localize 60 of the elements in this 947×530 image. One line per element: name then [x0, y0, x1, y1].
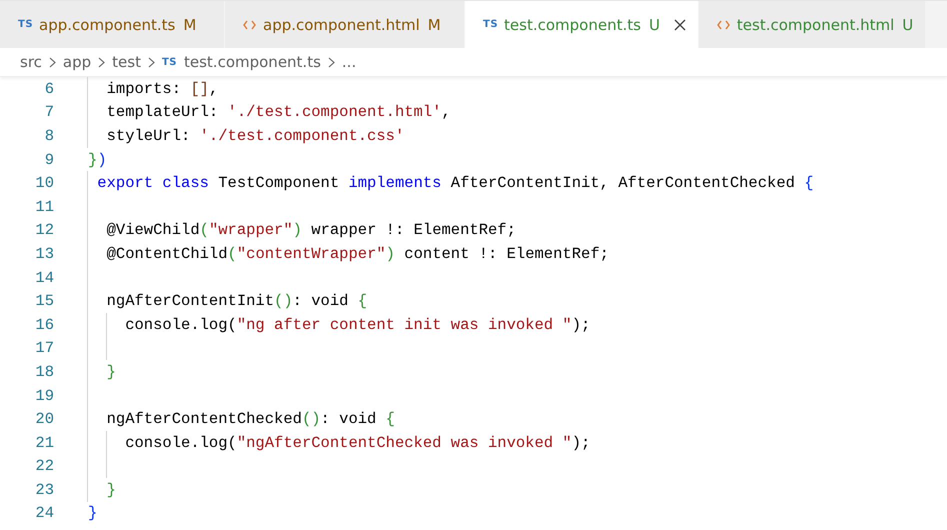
line-number: 10 — [34, 174, 54, 192]
code-line: styleUrl: './test.component.css' — [106, 126, 404, 145]
line-number: 18 — [34, 362, 54, 381]
line-number: 8 — [44, 126, 54, 145]
editor-tab[interactable]: test.component.html U — [698, 1, 926, 48]
breadcrumb-item[interactable]: app — [62, 53, 92, 71]
breadcrumb-item[interactable]: src — [20, 53, 42, 71]
chevron-icon — [328, 56, 335, 68]
tab-label: app.component.ts — [39, 16, 176, 34]
git-status: M — [183, 16, 196, 34]
code-line: ngAfterContentChecked(): void { — [106, 410, 395, 428]
line-number: 16 — [34, 316, 54, 334]
line-number: 23 — [34, 480, 54, 499]
close-icon[interactable] — [674, 18, 686, 30]
code-line: ngAfterContentInit(): void { — [106, 292, 368, 310]
line-number: 21 — [34, 434, 54, 452]
git-status: U — [648, 16, 660, 34]
code-line: } — [88, 504, 98, 522]
editor-tab[interactable]: TS app.component.ts M — [0, 1, 225, 48]
code-line: templateUrl: './test.component.html', — [106, 103, 451, 122]
line-number: 17 — [34, 339, 54, 358]
breadcrumb-item[interactable]: test.component.ts — [184, 53, 321, 71]
code-line: } — [106, 480, 116, 499]
code-line: @ContentChild("contentWrapper") content !: ElementRef; — [106, 244, 609, 263]
line-number: 11 — [34, 198, 54, 216]
chevron-icon — [148, 56, 155, 68]
code-line: console.log("ng after content init was invoked "); — [124, 316, 590, 334]
line-number: 12 — [34, 221, 54, 240]
line-number: 7 — [44, 103, 54, 122]
line-number: 19 — [34, 386, 54, 405]
line-number: 13 — [34, 244, 54, 263]
code-line: }) — [88, 150, 107, 169]
line-number: 20 — [34, 410, 54, 428]
tab-label: test.component.html — [736, 16, 894, 34]
breadcrumb-item[interactable]: test — [112, 53, 141, 71]
chevron-icon — [98, 56, 106, 68]
git-status: U — [902, 16, 914, 34]
code-line: export class TestComponent implements AfterContentInit, AfterContentChecked { — [96, 174, 814, 192]
line-number: 9 — [44, 150, 54, 169]
line-number: 14 — [34, 268, 54, 287]
editor-tab[interactable]: TS test.component.ts U — [465, 1, 699, 48]
typescript-file-icon: TS — [18, 19, 34, 30]
code-line: } — [106, 362, 116, 381]
code-line: imports: [], — [106, 80, 218, 98]
line-number: 22 — [34, 457, 54, 476]
tab-label: app.component.html — [263, 16, 420, 34]
code-brackets-icon — [716, 20, 730, 30]
line-number: 6 — [44, 80, 54, 98]
line-number: 15 — [34, 292, 54, 310]
code-line: console.log("ngAfterContentChecked was invoked "); — [124, 434, 590, 452]
code-brackets-icon — [243, 20, 256, 30]
code-line: @ViewChild("wrapper") wrapper !: ElementRef; — [106, 221, 516, 240]
typescript-file-icon: TS — [162, 56, 177, 68]
line-number: 24 — [34, 504, 54, 522]
chevron-icon — [48, 56, 56, 68]
git-status: M — [428, 16, 441, 34]
typescript-file-icon: TS — [483, 19, 498, 30]
breadcrumb-item[interactable]: ... — [342, 53, 356, 71]
tab-label: test.component.ts — [504, 16, 641, 34]
editor-tab[interactable]: app.component.html M — [225, 1, 465, 48]
